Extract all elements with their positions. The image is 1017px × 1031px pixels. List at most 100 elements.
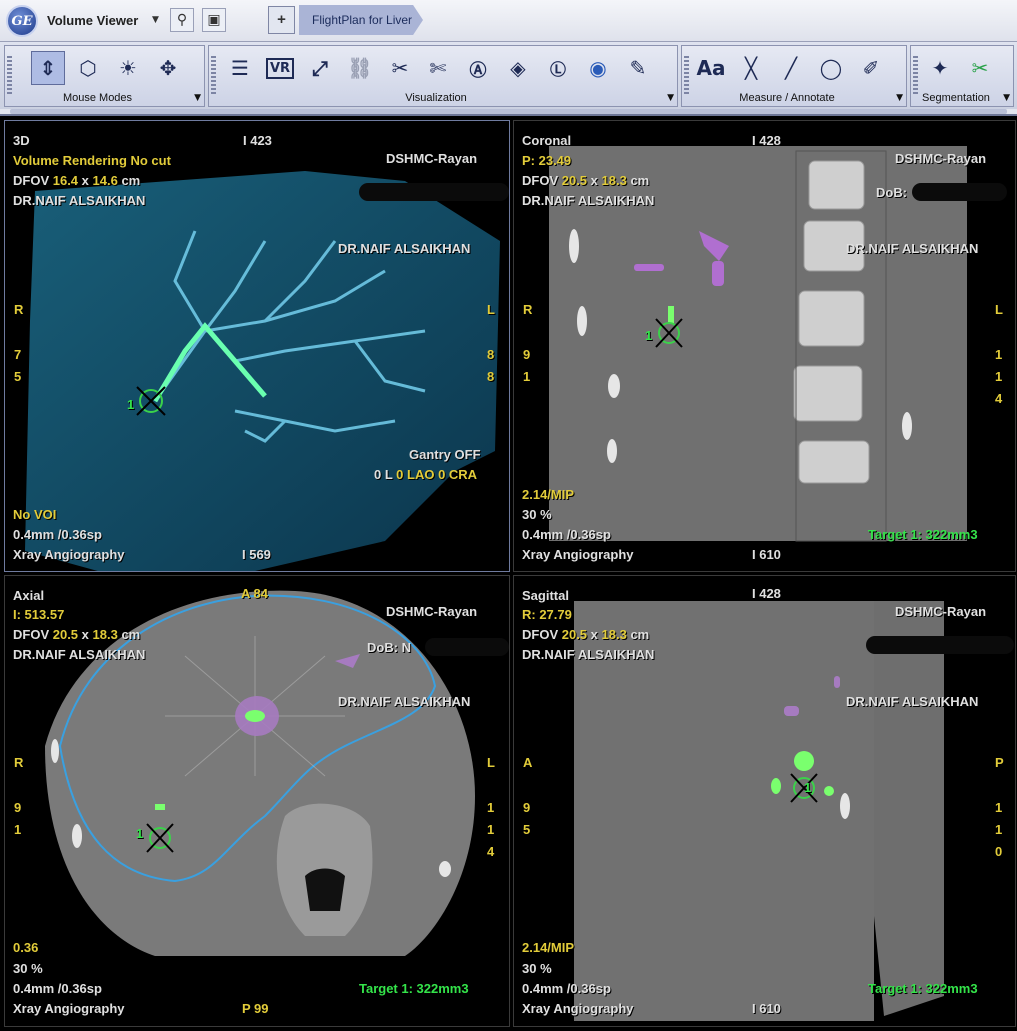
dfov-unit: cm	[117, 627, 141, 642]
app-name-menu[interactable]: Volume Viewer	[47, 13, 138, 28]
group-grip-handle[interactable]	[684, 56, 689, 94]
viewport-sagittal[interactable]: Sagittal I 428 R: 27.79 DFOV 20.5 x 18.3…	[513, 575, 1016, 1027]
orientation-top-label: I 428	[752, 133, 781, 148]
vr-icon[interactable]: VR	[263, 51, 297, 85]
brush-icon[interactable]: ✎	[621, 51, 655, 85]
left-value-1: 7	[14, 347, 22, 362]
physician-name: DR.NAIF ALSAIKHAN	[522, 647, 655, 662]
window-level-icon[interactable]: ☀	[111, 51, 145, 85]
render-mode-label: Volume Rendering No cut	[13, 153, 171, 168]
modality-label: Xray Angiography	[13, 1001, 125, 1016]
link-icon: ⛓	[347, 56, 373, 80]
redacted-block	[912, 183, 1007, 201]
orientation-right: L	[487, 755, 495, 770]
scissors-seg-icon[interactable]: ✂	[963, 51, 997, 85]
dfov-unit: cm	[117, 173, 141, 188]
group-label: Measure / Annotate	[739, 92, 835, 104]
dfov-height: 18.3	[601, 173, 627, 188]
modality-label: Xray Angiography	[13, 547, 125, 562]
orientation-right: L	[487, 302, 495, 317]
slice-position: P: 23.49	[522, 153, 572, 168]
ellipse-icon[interactable]: ◯	[814, 51, 848, 85]
right-value-3: 0	[995, 844, 1003, 859]
opacity-percent: 30 %	[13, 961, 43, 976]
add-tab-button[interactable]: +	[268, 6, 295, 34]
modality-label: Xray Angiography	[522, 547, 634, 562]
cube-icon[interactable]: ◈	[501, 51, 535, 85]
orientation-bottom-label: I 610	[752, 1001, 781, 1016]
group-label: Mouse Modes	[62, 92, 133, 104]
target-volume: Target 1: 322mm3	[868, 527, 978, 542]
physician-name: DR.NAIF ALSAIKHAN	[13, 193, 146, 208]
viewport-title: Axial	[13, 588, 45, 603]
left-value-1: 9	[523, 800, 531, 815]
group-grip-handle[interactable]	[211, 56, 216, 94]
scissors-icon[interactable]: ✄	[421, 51, 455, 85]
right-value-1: 1	[995, 347, 1003, 362]
dfov-prefix: DFOV	[522, 627, 562, 642]
text-aa-icon[interactable]: Aa	[694, 51, 728, 85]
vr-label: VR	[265, 57, 295, 79]
toolbar-scrollbar[interactable]	[10, 109, 1007, 114]
right-value-2: 1	[995, 822, 1003, 837]
site-name: DSHMC-Rayan	[386, 604, 478, 619]
site-name: DSHMC-Rayan	[386, 151, 478, 166]
render-mode: 2.14/MIP	[522, 940, 575, 955]
rotate-3d-icon[interactable]: ⇕	[31, 51, 65, 85]
dfov-x: x	[587, 173, 602, 188]
dfov-x: x	[587, 627, 602, 642]
globe-icon[interactable]: ◉	[581, 51, 615, 85]
group-menu-chevron-down-icon[interactable]: ▼	[194, 93, 201, 103]
site-name: DSHMC-Rayan	[895, 604, 987, 619]
dfov-readout: DFOV 20.5 x 18.3 cm	[522, 173, 649, 188]
physician-name-right: DR.NAIF ALSAIKHAN	[338, 694, 471, 709]
physician-name-right: DR.NAIF ALSAIKHAN	[338, 241, 471, 256]
slice-position: I: 513.57	[13, 607, 65, 622]
dfov-readout: DFOV 20.5 x 18.3 cm	[522, 627, 649, 642]
volume-viewer-app: { "app": {"name": "Volume Viewer", "logo…	[0, 0, 1017, 1031]
layers-icon[interactable]: ☰	[223, 51, 257, 85]
right-value-2: 1	[487, 822, 495, 837]
viewport-3d[interactable]: 3D I 423 Volume Rendering No cut DFOV 16…	[4, 120, 510, 572]
target-volume: Target 1: 322mm3	[868, 981, 978, 996]
viewport-axial[interactable]: Axial A 84 I: 513.57 DFOV 20.5 x 18.3 cm…	[4, 575, 510, 1027]
tab-flightplan-liver[interactable]: FlightPlan for Liver	[299, 5, 423, 35]
physician-name: DR.NAIF ALSAIKHAN	[13, 647, 146, 662]
group-grip-handle[interactable]	[913, 56, 918, 94]
cut-icon[interactable]: ✂	[383, 51, 417, 85]
pan-icon[interactable]: ✥	[151, 51, 185, 85]
viewport-coronal[interactable]: Coronal I 428 P: 23.49 DFOV 20.5 x 18.3 …	[513, 120, 1016, 572]
l-cube-icon[interactable]: Ⓛ	[541, 51, 575, 85]
toolbar-group-visualization: ☰ VR ⤢ ⛓ ✂ ✄ Ⓐ ◈ Ⓛ ◉ ✎ Visualization ▼	[208, 45, 678, 107]
title-bar: GE Volume Viewer ▼ ⚲ ▣ + FlightPlan for …	[0, 0, 1017, 42]
redacted-block	[866, 636, 1014, 654]
cross-icon[interactable]: ╳	[734, 51, 768, 85]
toolbar-group-mouse-modes: ⇕ ⬡ ☀ ✥ Mouse Modes ▼	[4, 45, 205, 107]
patient-image-icon[interactable]: ▣	[202, 8, 226, 32]
dfov-height: 14.6	[92, 173, 118, 188]
right-value-2: 8	[487, 369, 495, 384]
gantry-angles: 0 L 0 LAO 0 CRA	[374, 467, 477, 482]
annotate-a-icon[interactable]: Ⓐ	[461, 51, 495, 85]
app-menu-chevron-down-icon[interactable]: ▼	[152, 15, 159, 25]
group-grip-handle[interactable]	[7, 56, 12, 94]
orientation-right: P	[995, 755, 1004, 770]
patient-search-icon[interactable]: ⚲	[170, 8, 194, 32]
left-value-2: 1	[523, 369, 531, 384]
dfov-unit: cm	[626, 627, 650, 642]
group-menu-chevron-down-icon[interactable]: ▼	[667, 93, 674, 103]
group-menu-chevron-down-icon[interactable]: ▼	[896, 93, 903, 103]
fit-icon[interactable]: ⤢	[303, 51, 337, 85]
slice-thickness: 0.4mm /0.36sp	[13, 981, 102, 996]
line-icon[interactable]: ╱	[774, 51, 808, 85]
toolbar-group-segmentation: ✦ ✂ Segmentation ▼	[910, 45, 1014, 107]
trace-icon[interactable]: ✐	[854, 51, 888, 85]
wand-icon[interactable]: ✦	[923, 51, 957, 85]
group-menu-chevron-down-icon[interactable]: ▼	[1003, 93, 1010, 103]
group-label: Visualization	[405, 92, 467, 104]
dfov-height: 18.3	[92, 627, 118, 642]
right-value-1: 1	[995, 800, 1003, 815]
orbit-icon[interactable]: ⬡	[71, 51, 105, 85]
dfov-readout: DFOV 16.4 x 14.6 cm	[13, 173, 140, 188]
target-marker-label: 1	[136, 826, 144, 841]
